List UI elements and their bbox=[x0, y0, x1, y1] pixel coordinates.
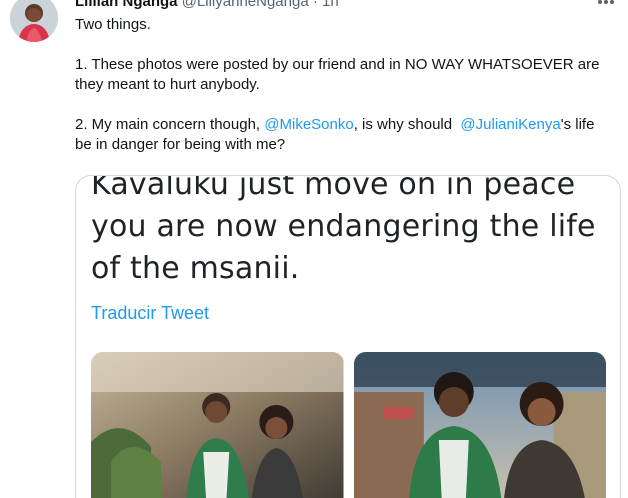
quoted-tweet-card[interactable]: Kavaluku just move on in peace you are n… bbox=[75, 175, 621, 498]
separator-dot: · bbox=[312, 0, 318, 10]
point2-text-b: , is why should bbox=[353, 116, 461, 133]
mention-mikesonko[interactable]: @MikeSonko bbox=[264, 116, 353, 133]
tweet-point-1: 1. These photos were posted by our frien… bbox=[75, 56, 600, 93]
mention-julianikenya[interactable]: @JulianiKenya bbox=[460, 116, 560, 133]
author-name[interactable]: Lillian Nganga bbox=[75, 0, 178, 10]
avatar[interactable] bbox=[10, 0, 58, 42]
more-dots-icon[interactable] bbox=[594, 0, 618, 14]
tweet-header: Lillian Nganga @LillyanneNganga · 1h bbox=[75, 0, 339, 12]
quote-line-1: Kavaluku just move on in peace bbox=[91, 175, 576, 202]
author-handle[interactable]: @LillyanneNganga bbox=[182, 0, 309, 10]
photo-2[interactable] bbox=[353, 352, 606, 498]
quoted-photos bbox=[91, 352, 606, 498]
tweet-text: Two things. 1. These photos were posted … bbox=[75, 15, 615, 155]
tweet-line-1: Two things. bbox=[75, 16, 151, 33]
quote-line-3: of the msanii. bbox=[91, 251, 300, 286]
photo-1[interactable] bbox=[91, 352, 344, 498]
translate-tweet-link[interactable]: Traducir Tweet bbox=[91, 303, 209, 324]
quoted-tweet-text: Kavaluku just move on in peace you are n… bbox=[91, 175, 611, 290]
tweet[interactable]: Lillian Nganga @LillyanneNganga · 1h Two… bbox=[0, 0, 628, 498]
point2-text-a: 2. My main concern though, bbox=[75, 116, 265, 133]
quote-line-2: you are now endangering the life bbox=[91, 209, 596, 244]
tweet-point-2: 2. My main concern though, @MikeSonko, i… bbox=[75, 115, 615, 155]
timestamp[interactable]: 1h bbox=[322, 0, 339, 10]
